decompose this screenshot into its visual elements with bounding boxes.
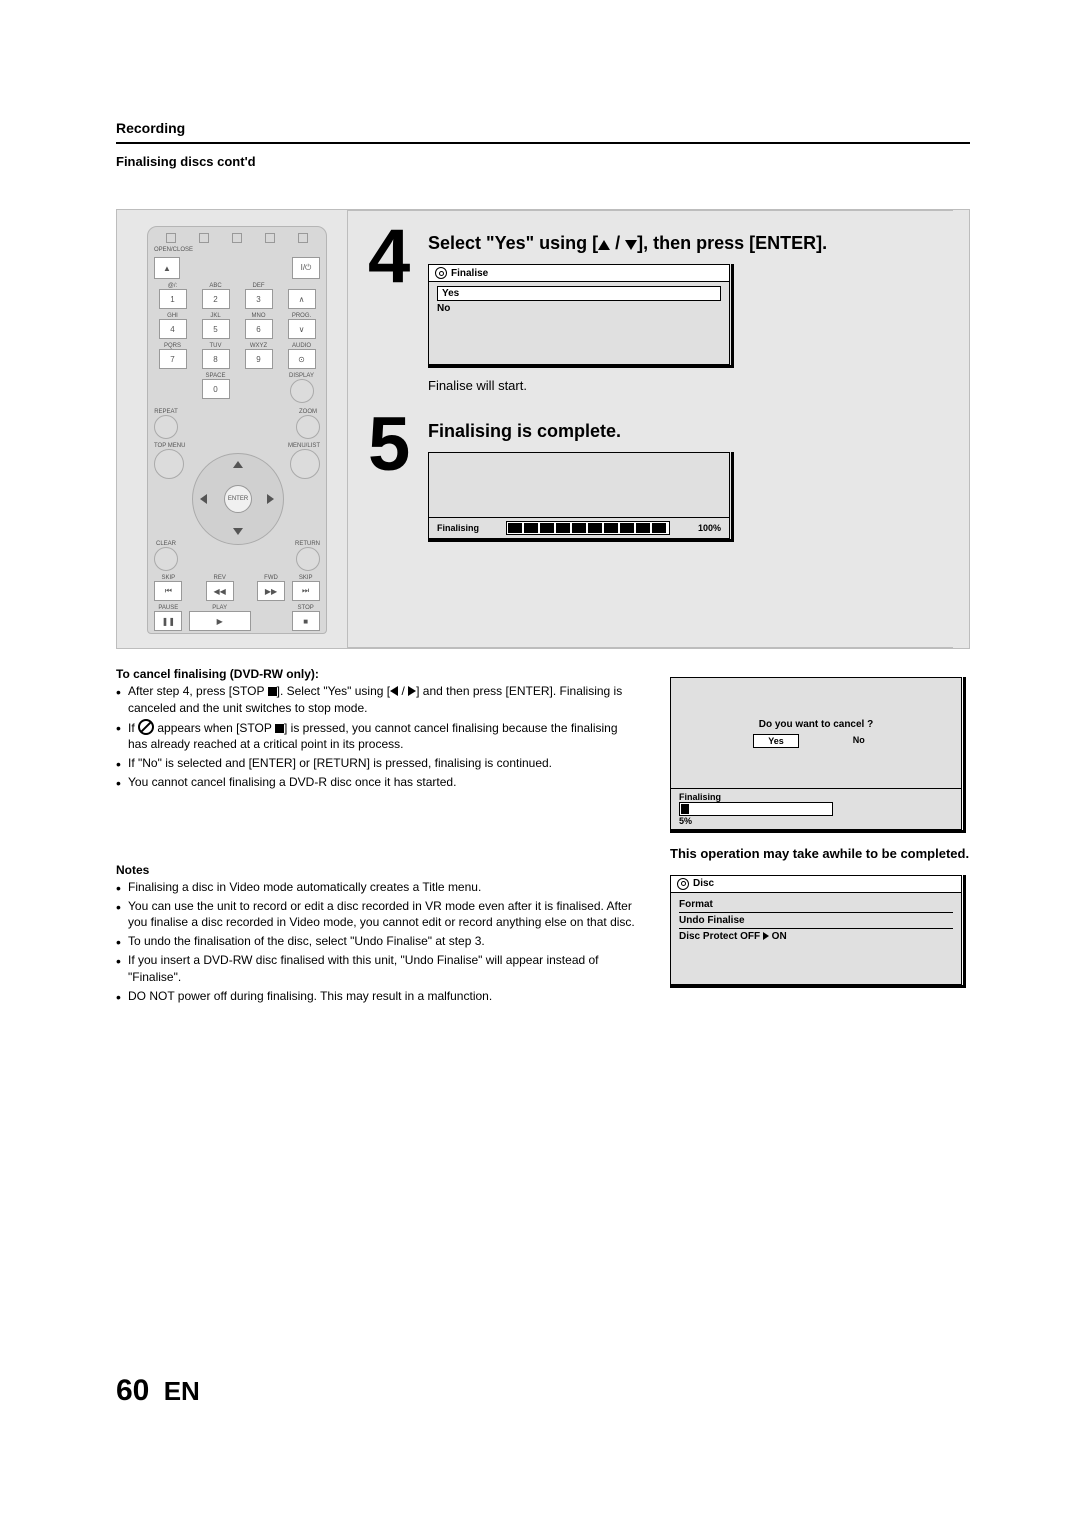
key-play: ▶	[189, 611, 251, 631]
up-triangle-icon	[598, 240, 610, 250]
key-menulist	[290, 449, 320, 479]
key-clear	[154, 547, 178, 571]
disc-menu-undo: Undo Finalise	[679, 913, 953, 929]
down-triangle-icon	[625, 240, 637, 250]
progress-osd: Finalising 100%	[428, 452, 730, 539]
operation-note: This operation may take awhile to be com…	[670, 845, 970, 863]
progress-bar	[506, 521, 670, 535]
transport-controls: SKIP⏮ REV◀◀ FWD▶▶ SKIP⏭ PAUSE❚❚ PLAY▶ ST…	[154, 575, 320, 631]
list-item: If appears when [STOP ] is pressed, you …	[116, 719, 640, 754]
step5-title: Finalising is complete.	[428, 421, 933, 442]
list-item: You cannot cancel finalising a DVD-R dis…	[116, 774, 640, 791]
heading-rule	[116, 142, 970, 144]
list-item: Finalising a disc in Video mode automati…	[116, 879, 640, 896]
subsection-heading: Finalising discs cont'd	[116, 154, 970, 169]
key-skip-next: ⏭	[292, 581, 320, 601]
key-7: 7	[159, 349, 187, 369]
key-6: 6	[245, 319, 273, 339]
key-ch-down: ∨	[288, 319, 316, 339]
page-footer: 60 EN	[116, 1374, 200, 1408]
remote-illustration: OPEN/CLOSE ▲ I/⏻ @/:1 ABC2 DEF3 ∧ GHI4 J…	[147, 226, 327, 634]
key-audio: ⊙	[288, 349, 316, 369]
disc-icon	[677, 878, 689, 890]
key-8: 8	[202, 349, 230, 369]
stop-icon	[268, 687, 277, 696]
left-triangle-icon	[390, 686, 398, 696]
step-4: 4 Select "Yes" using [ / ], then press […	[368, 225, 933, 393]
step4-note: Finalise will start.	[428, 378, 933, 393]
key-2: 2	[202, 289, 230, 309]
enter-button: ENTER	[224, 485, 252, 513]
step4-title: Select "Yes" using [ / ], then press [EN…	[428, 233, 933, 254]
disc-menu-protect: Disc Protect OFF ON	[679, 929, 953, 944]
key-5: 5	[202, 319, 230, 339]
key-zoom	[296, 415, 320, 439]
open-close-label: OPEN/CLOSE	[154, 247, 320, 253]
cancel-no: No	[839, 734, 879, 748]
eject-button: ▲	[154, 257, 180, 279]
step-5: 5 Finalising is complete. Finalising	[368, 413, 933, 542]
list-item: You can use the unit to record or edit a…	[116, 898, 640, 932]
key-return	[296, 547, 320, 571]
osd-title: Finalise	[451, 268, 488, 279]
power-button: I/⏻	[292, 257, 320, 279]
notes-title: Notes	[116, 863, 640, 877]
stop-icon	[275, 724, 284, 733]
right-triangle-icon	[408, 686, 416, 696]
progress-label: Finalising	[437, 523, 479, 533]
steps-column: 4 Select "Yes" using [ / ], then press […	[347, 210, 953, 648]
key-repeat	[154, 415, 178, 439]
progress-bar	[679, 802, 833, 816]
key-3: 3	[245, 289, 273, 309]
page-number: 60	[116, 1374, 149, 1407]
disc-icon	[435, 267, 447, 279]
list-item: If you insert a DVD-RW disc finalised wi…	[116, 952, 640, 986]
notes-list: Finalising a disc in Video mode automati…	[116, 879, 640, 1005]
progress-label: Finalising	[679, 792, 721, 802]
remote-keypad: @/:1 ABC2 DEF3 ∧ GHI4 JKL5 MNO6 PROG.∨ P…	[154, 283, 320, 403]
step-number: 4	[368, 225, 428, 393]
key-1: 1	[159, 289, 187, 309]
cancel-osd: Do you want to cancel ? Yes No Finalisin…	[670, 677, 962, 830]
key-rev: ◀◀	[206, 581, 234, 601]
instruction-panel: OPEN/CLOSE ▲ I/⏻ @/:1 ABC2 DEF3 ∧ GHI4 J…	[116, 209, 970, 649]
key-ch-up: ∧	[288, 289, 316, 309]
key-skip-prev: ⏮	[154, 581, 182, 601]
list-item: To undo the finalisation of the disc, se…	[116, 933, 640, 950]
key-fwd: ▶▶	[257, 581, 285, 601]
disc-menu-title: Disc	[693, 878, 714, 889]
osd-no: No	[437, 303, 721, 314]
page-lang: EN	[164, 1376, 200, 1406]
key-0: 0	[202, 379, 230, 399]
key-display	[290, 379, 314, 403]
disc-menu-format: Format	[679, 897, 953, 913]
list-item: After step 4, press [STOP ]. Select "Yes…	[116, 683, 640, 717]
step-number: 5	[368, 413, 428, 542]
list-item: DO NOT power off during finalising. This…	[116, 988, 640, 1005]
key-stop: ■	[292, 611, 320, 631]
cancel-question: Do you want to cancel ?	[759, 719, 873, 730]
prohibit-icon	[138, 719, 154, 735]
key-4: 4	[159, 319, 187, 339]
progress-pct: 5%	[679, 816, 692, 826]
osd-yes: Yes	[437, 286, 721, 301]
section-heading: Recording	[116, 120, 970, 136]
key-9: 9	[245, 349, 273, 369]
key-topmenu	[154, 449, 184, 479]
list-item: If "No" is selected and [ENTER] or [RETU…	[116, 755, 640, 772]
cancel-title: To cancel finalising (DVD-RW only):	[116, 667, 640, 681]
right-column: Do you want to cancel ? Yes No Finalisin…	[670, 667, 970, 1006]
disc-menu-osd: Disc Format Undo Finalise Disc Protect O…	[670, 875, 962, 985]
key-pause: ❚❚	[154, 611, 182, 631]
cancel-yes: Yes	[753, 734, 799, 748]
finalise-osd: Finalise Yes No	[428, 264, 730, 365]
left-column: To cancel finalising (DVD-RW only): Afte…	[116, 667, 640, 1006]
progress-pct: 100%	[698, 523, 721, 533]
cancel-list: After step 4, press [STOP ]. Select "Yes…	[116, 683, 640, 791]
d-pad: ENTER	[192, 453, 282, 543]
